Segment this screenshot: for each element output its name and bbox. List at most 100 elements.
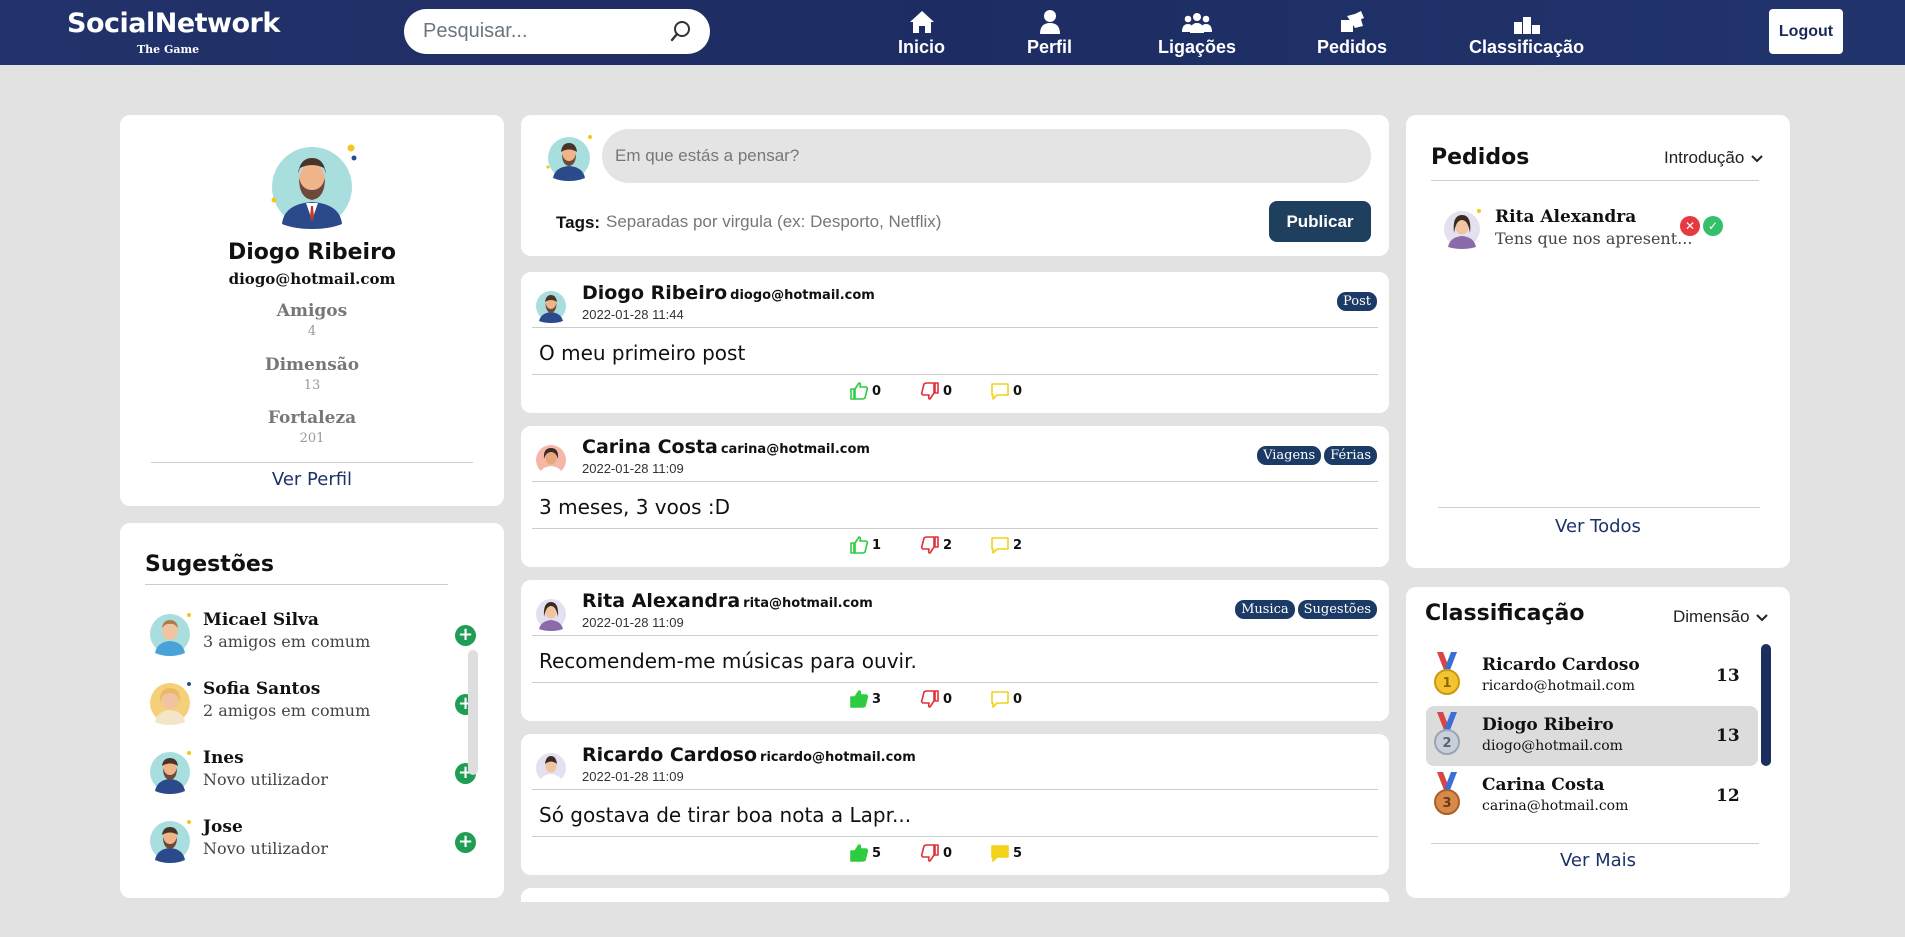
avatar[interactable]	[534, 749, 570, 789]
post-author[interactable]: Carina Costa carina@hotmail.com	[582, 436, 870, 458]
add-friend-button[interactable]: +	[455, 832, 476, 853]
ranking-email: diogo@hotmail.com	[1482, 738, 1623, 754]
view-all-link[interactable]: Ver Todos	[1406, 516, 1790, 537]
search-box	[404, 9, 710, 54]
dislike-count: 0	[943, 845, 953, 861]
nav-pedidos[interactable]: Pedidos	[1317, 8, 1387, 58]
tag-badge[interactable]: Musica	[1235, 600, 1295, 619]
post-author[interactable]: Ricardo Cardoso ricardo@hotmail.com	[582, 744, 916, 766]
divider	[532, 789, 1378, 790]
stat-value-amigos: 4	[307, 324, 317, 339]
tag-badge[interactable]: Post	[1337, 292, 1377, 311]
post-card: Diogo Ribeiro diogo@hotmail.com 2022-01-2…	[521, 272, 1389, 413]
post-date: 2022-01-28 11:44	[582, 307, 684, 322]
suggestions-scrollbar[interactable]	[468, 650, 478, 775]
comment-button[interactable]: 0	[990, 689, 1022, 709]
brand-subtitle: The Game	[137, 43, 200, 56]
avatar[interactable]	[534, 441, 570, 481]
post-actions: 1 2 2	[849, 535, 1049, 557]
suggestion-name[interactable]: Jose	[203, 817, 243, 837]
comment-count: 5	[1013, 845, 1023, 861]
ranking-filter-dropdown[interactable]: Dimensão	[1673, 607, 1768, 627]
bronze-medal-icon: 3	[1432, 772, 1462, 820]
nav-perfil[interactable]: Perfil	[1027, 8, 1072, 58]
divider	[1431, 180, 1759, 181]
post-author[interactable]: Diogo Ribeiro diogo@hotmail.com	[582, 282, 875, 304]
suggestions-title: Sugestões	[145, 552, 274, 577]
like-count: 5	[872, 845, 882, 861]
tag-badge[interactable]: Sugestões	[1297, 600, 1377, 619]
post-tags: Musica Sugestões	[1235, 600, 1377, 619]
stat-value-dimensao: 13	[303, 378, 321, 393]
accept-request-button[interactable]: ✓	[1703, 216, 1723, 236]
tag-badge[interactable]: Férias	[1324, 446, 1377, 465]
nav-ligacoes[interactable]: Ligações	[1158, 8, 1236, 58]
logout-button[interactable]: Logout	[1769, 9, 1843, 54]
search-icon[interactable]	[670, 20, 692, 46]
post-author[interactable]: Rita Alexandra rita@hotmail.com	[582, 590, 873, 612]
nav-classificacao[interactable]: Classificação	[1469, 8, 1584, 58]
suggestion-name[interactable]: Micael Silva	[203, 610, 319, 630]
view-profile-link[interactable]: Ver Perfil	[120, 469, 504, 490]
divider	[532, 327, 1378, 328]
ranking-value: 13	[1716, 726, 1740, 746]
post-text-input[interactable]	[602, 129, 1371, 183]
suggestion-name[interactable]: Sofia Santos	[203, 679, 320, 699]
chevron-down-icon	[1756, 614, 1768, 622]
tags-input[interactable]	[606, 209, 1106, 235]
users-icon	[1158, 8, 1236, 34]
comment-button[interactable]: 2	[990, 535, 1022, 555]
profile-avatar	[270, 140, 360, 234]
divider	[1431, 843, 1759, 844]
dislike-button[interactable]: 0	[920, 381, 952, 401]
avatar[interactable]	[148, 610, 194, 660]
search-input[interactable]	[423, 18, 663, 44]
dislike-button[interactable]: 0	[920, 843, 952, 863]
tag-badge[interactable]: Viagens	[1257, 446, 1322, 465]
nav-inicio[interactable]: Inicio	[898, 8, 945, 58]
post-tags: Viagens Férias	[1257, 446, 1377, 465]
top-navbar: SocialNetwork The Game Inicio Perfil Lig…	[0, 0, 1905, 65]
ranking-row[interactable]: 1 Ricardo Cardoso ricardo@hotmail.com 13	[1426, 646, 1758, 706]
post-content: 3 meses, 3 voos :D	[539, 495, 731, 519]
like-button[interactable]: 3	[849, 689, 881, 709]
reject-request-button[interactable]: ✕	[1680, 216, 1700, 236]
view-more-link[interactable]: Ver Mais	[1406, 850, 1790, 871]
ranking-scrollbar[interactable]	[1761, 644, 1771, 766]
divider	[1438, 507, 1760, 508]
request-name[interactable]: Rita Alexandra	[1495, 207, 1636, 227]
dislike-button[interactable]: 2	[920, 535, 952, 555]
ranking-name: Carina Costa	[1482, 775, 1605, 795]
svg-text:3: 3	[1442, 796, 1451, 811]
brand-logo[interactable]: SocialNetwork	[67, 8, 280, 39]
post-card: Carina Costa carina@hotmail.com 2022-01-2…	[521, 426, 1389, 567]
ranking-row[interactable]: 2 Diogo Ribeiro diogo@hotmail.com 13	[1426, 706, 1758, 766]
suggestion-mutual: Novo utilizador	[203, 770, 328, 789]
comment-button[interactable]: 5	[990, 843, 1022, 863]
ranking-filter-value: Dimensão	[1673, 607, 1750, 626]
like-button[interactable]: 1	[849, 535, 881, 555]
avatar[interactable]	[148, 748, 194, 798]
requests-title: Pedidos	[1431, 145, 1530, 170]
post-card: Rita Alexandra rita@hotmail.com 2022-01-2…	[521, 580, 1389, 721]
avatar[interactable]	[1441, 207, 1483, 253]
suggestion-mutual: 2 amigos em comum	[203, 701, 371, 720]
avatar[interactable]	[148, 817, 194, 867]
publish-button[interactable]: Publicar	[1269, 201, 1371, 242]
avatar[interactable]	[534, 595, 570, 635]
ranking-card: Classificação Dimensão 1 Ricardo Cardoso…	[1406, 587, 1790, 898]
dislike-button[interactable]: 0	[920, 689, 952, 709]
comment-button[interactable]: 0	[990, 381, 1022, 401]
post-date: 2022-01-28 11:09	[582, 461, 684, 476]
avatar[interactable]	[534, 287, 570, 327]
like-button[interactable]: 5	[849, 843, 881, 863]
suggestion-item: Ines Novo utilizador +	[148, 748, 476, 808]
suggestion-name[interactable]: Ines	[203, 748, 244, 768]
thumbs-up-icon	[850, 536, 869, 554]
ranking-row[interactable]: 3 Carina Costa carina@hotmail.com 12	[1426, 766, 1758, 826]
post-tags: Post	[1337, 292, 1377, 311]
requests-filter-dropdown[interactable]: Introdução	[1664, 148, 1763, 168]
like-button[interactable]: 0	[849, 381, 881, 401]
avatar[interactable]	[148, 679, 194, 729]
add-friend-button[interactable]: +	[455, 625, 476, 646]
